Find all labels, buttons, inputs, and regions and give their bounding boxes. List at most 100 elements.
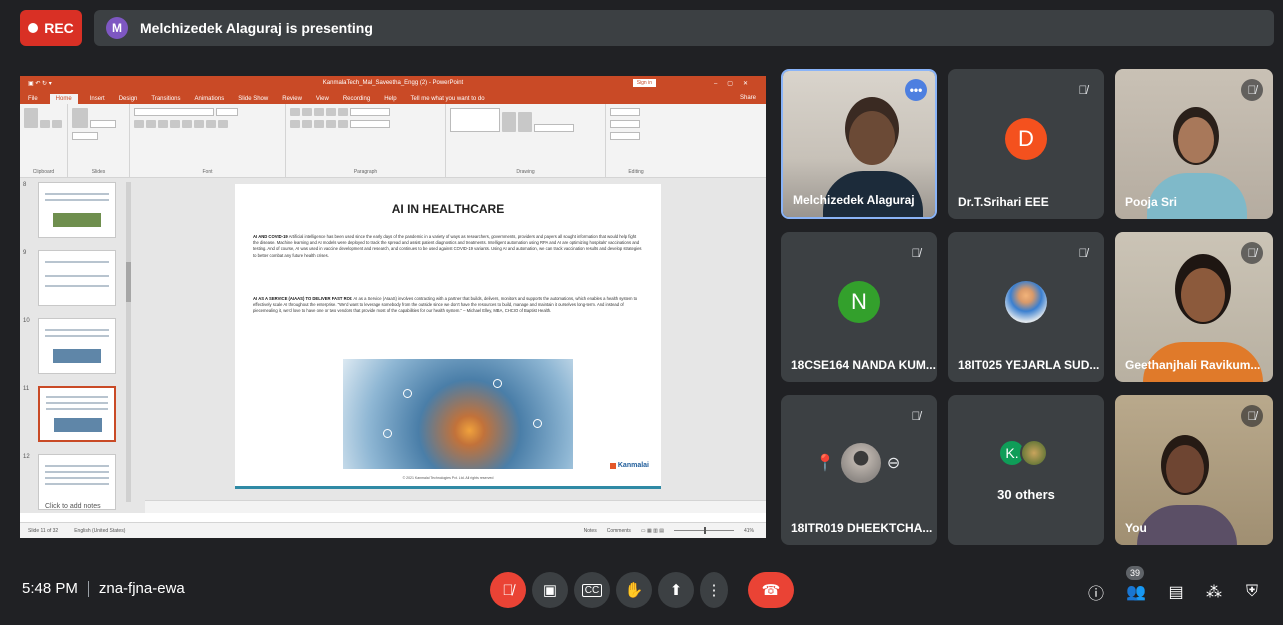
ppt-tab: Transitions	[151, 96, 181, 102]
participant-tile-yejarla[interactable]: 🎙̸ 18IT025 YEJARLA SUD...	[948, 232, 1104, 382]
info-icon: ⓘ	[1087, 586, 1104, 603]
participants-count-badge: 39	[1126, 566, 1144, 580]
hang-up-icon: ☎	[761, 582, 781, 599]
ppt-tell-me: Tell me what you want to do	[410, 96, 485, 102]
presenting-banner: M Melchizedek Alaguraj is presenting	[94, 10, 1274, 46]
more-options-button[interactable]: ⋮	[700, 572, 728, 608]
ppt-tab: View	[315, 96, 329, 102]
ppt-tab: Animations	[194, 96, 225, 102]
mic-toggle-button[interactable]: 🎙̸	[490, 572, 526, 608]
slide-number: 8	[23, 182, 27, 188]
mic-off-icon: 🎙̸	[502, 581, 514, 599]
shared-screen[interactable]: ▣ ↶ ↻ ▾ KanmalaTech_Mal_Saveetha_Engg (2…	[20, 76, 766, 538]
ribbon-group-paragraph: Paragraph	[286, 104, 446, 177]
participant-tile-srihari[interactable]: 🎙̸ D Dr.T.Srihari EEE	[948, 69, 1104, 219]
slide-count: Slide 11 of 32	[28, 527, 59, 534]
thumbnail-scrollbar	[126, 182, 131, 502]
pin-icon[interactable]: 📍	[815, 453, 835, 473]
participant-tile-others[interactable]: K. 30 others	[948, 395, 1104, 545]
others-count: 30 others	[997, 487, 1055, 502]
captions-icon: CC	[581, 583, 603, 597]
participant-avatar	[840, 443, 881, 483]
window-controls-icon: –▢✕	[713, 80, 758, 87]
slide-copyright: © 2021 Kanmalai Technologies Pvt. Ltd. A…	[402, 476, 494, 480]
slide-healthcare-image	[343, 359, 573, 469]
ribbon-group-drawing: Drawing	[446, 104, 606, 177]
slide-paragraph-2: AI AS A SERVICE (AIAAS) TO DELIVER FAST …	[253, 296, 638, 314]
activities-button[interactable]: ⁂	[1202, 580, 1226, 604]
mic-off-icon: 🎙̸	[911, 246, 921, 260]
others-avatars: K.	[998, 439, 1048, 467]
participant-avatar: N	[838, 281, 880, 323]
ppt-tab-home: Home	[49, 94, 78, 104]
clock: 5:48 PM	[22, 580, 78, 597]
ppt-share: Share	[739, 95, 756, 101]
chat-button[interactable]: ▤	[1164, 580, 1188, 604]
slide-thumbnail	[38, 454, 116, 510]
activities-icon: ⁂	[1206, 584, 1222, 601]
slide-number: 12	[23, 454, 30, 460]
slide-number: 11	[23, 386, 30, 392]
mic-off-icon: 🎙̸	[1078, 83, 1088, 97]
others-avatar-photo	[1020, 439, 1048, 467]
ppt-tab: File	[28, 96, 38, 102]
slide-thumbnail	[38, 250, 116, 306]
language: English (United States)	[74, 527, 126, 534]
recording-indicator: REC	[20, 10, 82, 46]
captions-button[interactable]: CC	[574, 572, 610, 608]
participant-name: 18IT025 YEJARLA SUD...	[958, 358, 1100, 372]
participant-name: You	[1125, 521, 1147, 535]
present-button[interactable]: ⬆	[658, 572, 694, 608]
bottom-control-bar: 5:48 PM zna-fjna-ewa 🎙̸ ▣ CC ✋ ⬆ ⋮ ☎ ⓘ 3…	[0, 560, 1283, 625]
current-slide: AI IN HEALTHCARE AI AND COVID-19 Artific…	[235, 184, 661, 489]
shield-icon: ⛨	[1245, 583, 1258, 600]
hand-icon: ✋	[624, 582, 644, 599]
more-vertical-icon: ⋮	[706, 582, 722, 599]
ribbon-group-clipboard: Clipboard	[20, 104, 68, 177]
ppt-tab: Help	[384, 96, 397, 102]
ribbon-group-editing: Editing	[606, 104, 666, 177]
zoom-level: 41%	[743, 527, 754, 534]
participant-avatar	[1005, 281, 1047, 323]
notes-pane: Click to add notes	[45, 500, 766, 513]
ppt-title-bar: ▣ ↶ ↻ ▾ KanmalaTech_Mal_Saveetha_Engg (2…	[20, 76, 766, 90]
participant-tile-geethanjhali[interactable]: 🎙̸ Geethanjhali Ravikum...	[1115, 232, 1273, 382]
participant-tile-you[interactable]: 🎙̸ You	[1115, 395, 1273, 545]
leave-call-button[interactable]: ☎	[748, 572, 794, 608]
participant-tile-dheektcha[interactable]: 🎙̸ 📍 ⊖ 18ITR019 DHEEKTCHA...	[781, 395, 937, 545]
host-controls-button[interactable]: ⛨	[1240, 580, 1264, 604]
mic-off-icon: 🎙̸	[911, 409, 921, 423]
raise-hand-button[interactable]: ✋	[616, 572, 652, 608]
chat-icon: ▤	[1168, 584, 1184, 601]
ppt-ribbon: Clipboard Slides Font Paragraph Drawing …	[20, 104, 766, 178]
meeting-code: zna-fjna-ewa	[98, 580, 185, 597]
slide-edit-area: AI IN HEALTHCARE AI AND COVID-19 Artific…	[145, 178, 766, 500]
meeting-details-button[interactable]: ⓘ	[1084, 580, 1108, 604]
slide-thumbnail	[38, 182, 116, 238]
mic-off-icon: 🎙̸	[1241, 405, 1263, 427]
ppt-signin-button: Sign in	[632, 79, 656, 87]
presenter-avatar: M	[106, 17, 128, 39]
ppt-tab: Review	[282, 96, 302, 102]
participant-tile-melchizedek[interactable]: ••• Melchizedek Alaguraj	[781, 69, 937, 219]
slide-paragraph-1: AI AND COVID-19 Artificial intelligence …	[253, 234, 642, 258]
slide-number: 10	[23, 318, 30, 324]
participant-tile-pooja[interactable]: 🎙̸ Pooja Sri	[1115, 69, 1273, 219]
people-button[interactable]: 👥	[1124, 580, 1148, 604]
participant-name: 18CSE164 NANDA KUM...	[791, 358, 936, 372]
camera-toggle-button[interactable]: ▣	[532, 572, 568, 608]
ppt-ribbon-tabs: File Home Insert Design Transitions Anim…	[20, 90, 766, 104]
ribbon-group-slides: Slides	[68, 104, 130, 177]
participant-name: Pooja Sri	[1125, 195, 1178, 209]
slide-thumbnail-pane: 8 9 10 11 12	[20, 178, 145, 513]
more-options-icon[interactable]: •••	[905, 79, 927, 101]
ppt-tab: Insert	[89, 96, 105, 102]
camera-icon: ▣	[542, 582, 558, 599]
participant-tile-nanda[interactable]: 🎙̸ N 18CSE164 NANDA KUM...	[781, 232, 937, 382]
remove-icon[interactable]: ⊖	[887, 453, 900, 473]
ribbon-group-font: Font	[130, 104, 286, 177]
participant-avatar: D	[1005, 118, 1047, 160]
participant-name: 18ITR019 DHEEKTCHA...	[791, 521, 933, 535]
top-bar: REC M Melchizedek Alaguraj is presenting	[0, 0, 1283, 56]
participant-name: Dr.T.Srihari EEE	[958, 195, 1049, 209]
